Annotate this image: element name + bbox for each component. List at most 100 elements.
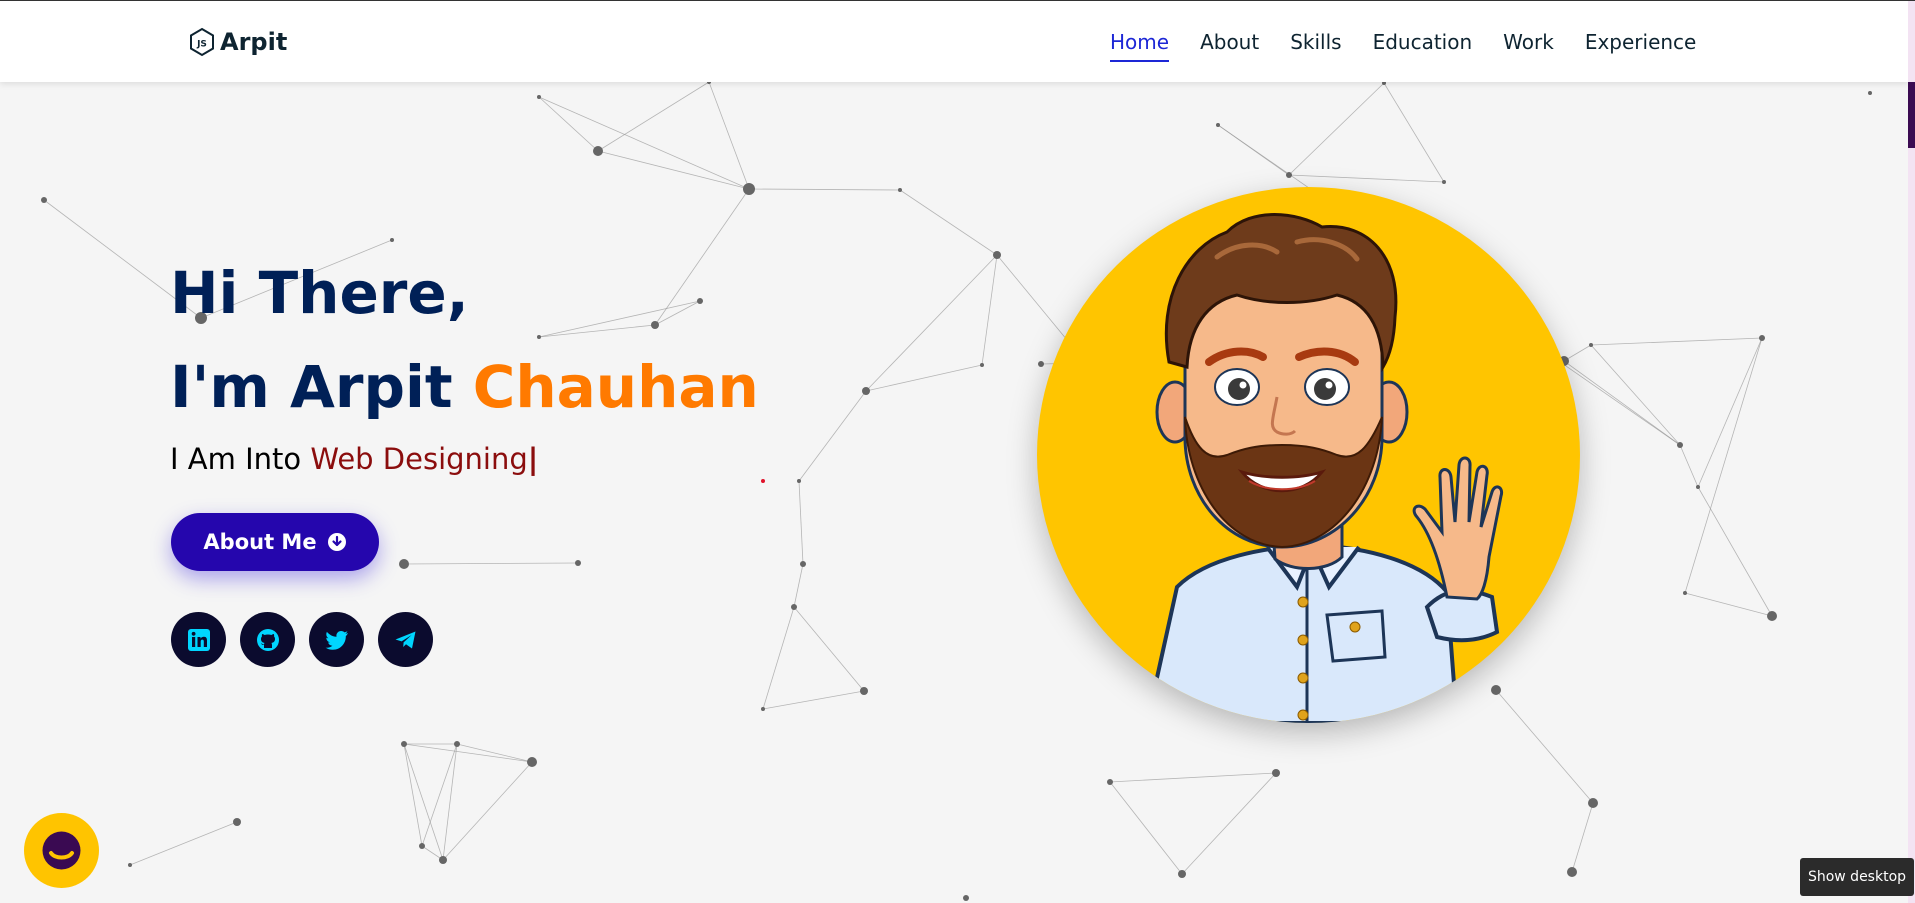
network-link [403, 562, 579, 565]
network-node [1696, 485, 1700, 489]
network-node [1677, 442, 1683, 448]
network-link [1590, 337, 1763, 346]
network-node [128, 863, 132, 867]
network-node [993, 251, 1001, 259]
network-node [537, 95, 541, 99]
network-link [1495, 689, 1594, 804]
network-link [129, 821, 238, 866]
network-node [980, 363, 984, 367]
network-node [860, 687, 868, 695]
network-node [401, 741, 407, 747]
nav-education[interactable]: Education [1373, 24, 1473, 60]
hero-section: Hi There, I'm Arpit Chauhan I Am Into We… [170, 246, 759, 476]
typing-prefix: I Am Into [170, 442, 311, 476]
network-node [419, 843, 425, 849]
network-node [390, 238, 394, 242]
network-node [593, 146, 603, 156]
cartoon-avatar-illustration [1144, 213, 1504, 723]
network-node [1286, 172, 1292, 178]
network-node [1272, 769, 1280, 777]
twitter-link[interactable] [309, 612, 364, 667]
github-icon [256, 628, 279, 651]
network-node [1767, 611, 1777, 621]
network-node [898, 188, 902, 192]
github-link[interactable] [240, 612, 295, 667]
linkedin-link[interactable] [171, 612, 226, 667]
network-link [538, 96, 599, 152]
network-node [862, 387, 870, 395]
network-node [761, 707, 765, 711]
network-node [439, 856, 447, 864]
chat-button[interactable] [24, 813, 99, 888]
network-node [233, 818, 241, 826]
window-top-border [0, 0, 1915, 1]
network-link [1697, 337, 1763, 488]
network-link [1109, 772, 1277, 783]
network-node [1589, 343, 1593, 347]
network-link [1684, 337, 1763, 594]
network-link [403, 743, 423, 847]
nav-experience[interactable]: Experience [1585, 24, 1697, 60]
scrollbar-thumb[interactable] [1908, 82, 1915, 148]
about-me-button[interactable]: About Me [171, 513, 379, 571]
svg-text:JS: JS [196, 40, 207, 50]
network-node [791, 604, 797, 610]
network-link [1288, 174, 1445, 183]
arrow-circle-down-icon [327, 533, 346, 551]
social-links [171, 612, 433, 667]
network-node [1442, 180, 1446, 184]
network-link [708, 81, 750, 190]
network-link [1679, 444, 1699, 488]
network-link [865, 254, 998, 392]
network-link [793, 606, 865, 692]
network-link [899, 189, 998, 256]
nav-home[interactable]: Home [1110, 24, 1170, 62]
network-node [399, 559, 409, 569]
telegram-link[interactable] [378, 612, 433, 667]
network-link [1383, 82, 1445, 183]
chat-face-icon [42, 831, 81, 870]
network-link [1571, 802, 1594, 873]
navbar: JS Arpit Home About Skills Education Wor… [0, 1, 1908, 82]
network-node [1567, 867, 1577, 877]
network-node [1491, 685, 1501, 695]
nav-about[interactable]: About [1200, 24, 1259, 60]
network-node [1683, 591, 1687, 595]
network-link [1684, 592, 1773, 617]
network-link [1697, 486, 1773, 617]
nav-skills[interactable]: Skills [1290, 24, 1341, 60]
network-link [793, 563, 804, 608]
network-link [748, 188, 901, 191]
nav-work[interactable]: Work [1503, 24, 1554, 60]
network-link [798, 480, 804, 565]
linkedin-icon [187, 628, 210, 651]
about-me-label: About Me [203, 530, 317, 554]
network-node [454, 741, 460, 747]
network-link [421, 743, 458, 847]
network-link [597, 150, 750, 190]
network-link [597, 81, 710, 152]
brand-logo[interactable]: JS Arpit [188, 25, 287, 59]
network-link [442, 761, 533, 861]
network-link [1288, 82, 1385, 176]
network-node [1178, 870, 1186, 878]
brand-name: Arpit [220, 28, 288, 56]
typed-text: Web Designing [310, 442, 528, 476]
network-link [538, 96, 750, 190]
network-node [1759, 335, 1765, 341]
network-link [442, 743, 458, 861]
network-link [798, 390, 867, 482]
network-link [865, 364, 983, 392]
main-nav: Home About Skills Education Work Experie… [1110, 1, 1727, 82]
network-link [1109, 781, 1183, 875]
show-desktop-tooltip: Show desktop [1800, 858, 1914, 896]
network-node [1038, 361, 1044, 367]
network-link [1181, 772, 1277, 875]
network-node [743, 183, 755, 195]
hero-greeting: Hi There, [170, 259, 469, 327]
avatar [1037, 187, 1580, 723]
network-link [1563, 360, 1681, 446]
network-link [762, 606, 795, 710]
hero-intro-name: I'm Arpit [170, 353, 473, 421]
typing-caret: | [527, 442, 539, 476]
